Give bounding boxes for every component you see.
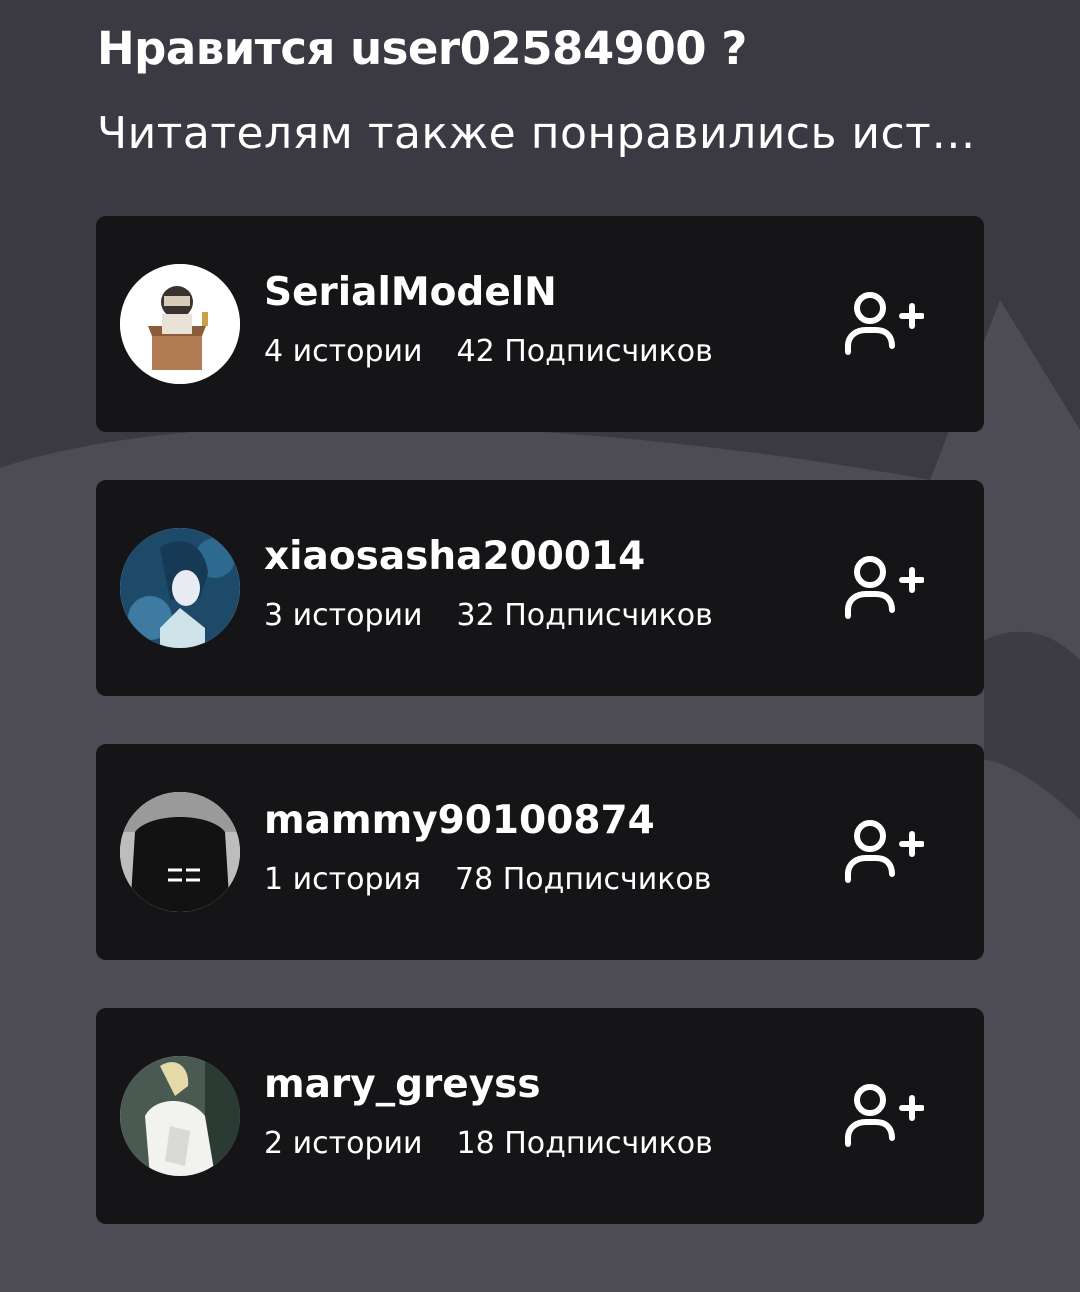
add-user-icon <box>845 556 924 619</box>
stories-count: 1 история <box>264 862 422 897</box>
author-username[interactable]: mary_greyss <box>264 1062 541 1107</box>
follow-button[interactable] <box>840 550 924 626</box>
followers-count: 18 Подписчиков <box>456 1126 713 1161</box>
author-username[interactable]: mammy90100874 <box>264 798 655 843</box>
author-card[interactable]: mary_greyss 2 истории 18 Подписчиков <box>96 1008 984 1224</box>
author-card[interactable]: mammy90100874 1 история 78 Подписчиков <box>96 744 984 960</box>
page-title: Нравится user02584900 ? <box>97 22 747 75</box>
followers-count: 32 Подписчиков <box>456 598 713 633</box>
avatar-person-icon[interactable] <box>120 1056 240 1176</box>
follow-button[interactable] <box>840 1078 924 1154</box>
avatar-anime-character-icon[interactable] <box>120 528 240 648</box>
author-stats: 4 истории 42 Подписчиков <box>264 334 713 369</box>
followers-count: 78 Подписчиков <box>455 862 712 897</box>
author-username[interactable]: SerialModelN <box>264 270 557 315</box>
author-stats: 2 истории 18 Подписчиков <box>264 1126 713 1161</box>
author-card[interactable]: xiaosasha200014 3 истории 32 Подписчиков <box>96 480 984 696</box>
author-stats: 3 истории 32 Подписчиков <box>264 598 713 633</box>
stories-count: 2 истории <box>264 1126 423 1161</box>
add-user-icon <box>845 820 924 883</box>
avatar-hoodie-icon[interactable] <box>120 792 240 912</box>
author-card[interactable]: SerialModelN 4 истории 42 Подписчиков <box>96 216 984 432</box>
page-subtitle: Читателям также понравились ист… <box>97 108 976 159</box>
follow-button[interactable] <box>840 286 924 362</box>
follow-button[interactable] <box>840 814 924 890</box>
stories-count: 3 истории <box>264 598 423 633</box>
add-user-icon <box>845 292 924 355</box>
add-user-icon <box>845 1084 924 1147</box>
followers-count: 42 Подписчиков <box>456 334 713 369</box>
author-stats: 1 история 78 Подписчиков <box>264 862 711 897</box>
avatar-box-character-icon[interactable] <box>120 264 240 384</box>
stories-count: 4 истории <box>264 334 423 369</box>
author-username[interactable]: xiaosasha200014 <box>264 534 645 579</box>
